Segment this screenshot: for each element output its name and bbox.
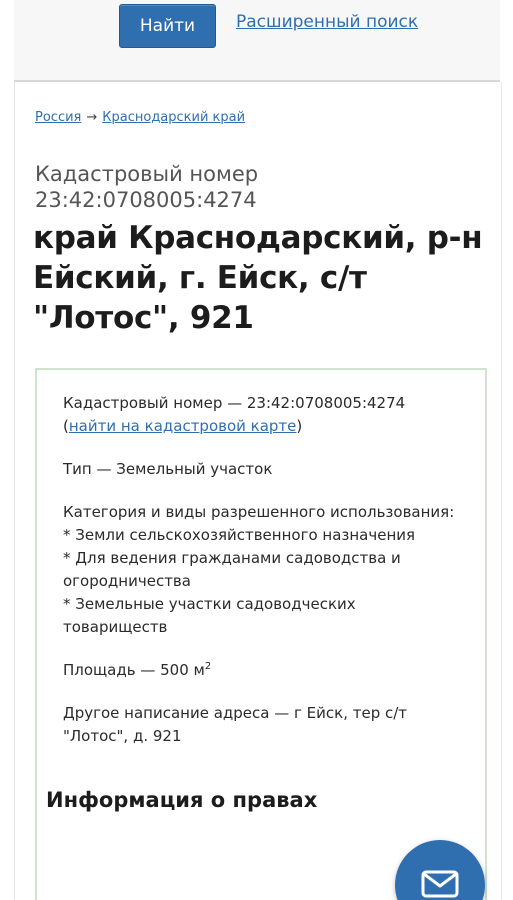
area-line: Площадь — 500 м2 [63, 655, 463, 682]
type-line: Тип — Земельный участок [63, 460, 273, 478]
search-button[interactable]: Найти [119, 4, 216, 48]
area-text: Площадь — 500 м [63, 661, 205, 679]
page: Найти Расширенный поиск Россия → Краснодар… [0, 0, 513, 900]
main-content: Россия → Краснодарский край Кадастровый но… [14, 82, 502, 900]
category-item: * Для ведения гражданами садоводства и о… [63, 549, 401, 590]
cadastral-label: Кадастровый номер [35, 162, 259, 186]
info-content: Кадастровый номер — 23:42:0708005:4274 (… [63, 392, 463, 768]
breadcrumb-russia[interactable]: Россия [35, 110, 81, 125]
page-title: край Краснодарский, р-н Ейский, г. Ейск,… [33, 220, 483, 336]
advanced-search-link[interactable]: Расширенный поиск [236, 12, 418, 32]
category-title: Категория и виды разрешенного использова… [63, 503, 455, 521]
alt-address-line: Другое написание адреса — г Ейск, тер с/… [63, 704, 408, 745]
cadastral-line: Кадастровый номер — 23:42:0708005:4274 (… [63, 392, 463, 438]
mail-icon [421, 870, 459, 898]
breadcrumb-separator: → [86, 110, 98, 125]
cadastral-map-link[interactable]: найти на кадастровой карте [69, 417, 297, 435]
info-box: Кадастровый номер — 23:42:0708005:4274 (… [35, 368, 487, 900]
cadastral-number: 23:42:0708005:4274 [35, 188, 257, 212]
rights-heading: Информация о правах [46, 788, 318, 812]
category-item: * Земельные участки садоводческих товари… [63, 595, 356, 636]
area-unit-power: 2 [204, 661, 212, 672]
breadcrumb-krasnodar[interactable]: Краснодарский край [102, 110, 245, 125]
category-item: * Земли сельскохозяйственного назначения [63, 526, 416, 544]
search-bar: Найти Расширенный поиск [14, 0, 500, 82]
cadastral-suffix: ) [296, 417, 303, 435]
breadcrumb: Россия → Краснодарский край [35, 110, 245, 125]
category-block: Категория и виды разрешенного использова… [63, 501, 463, 639]
